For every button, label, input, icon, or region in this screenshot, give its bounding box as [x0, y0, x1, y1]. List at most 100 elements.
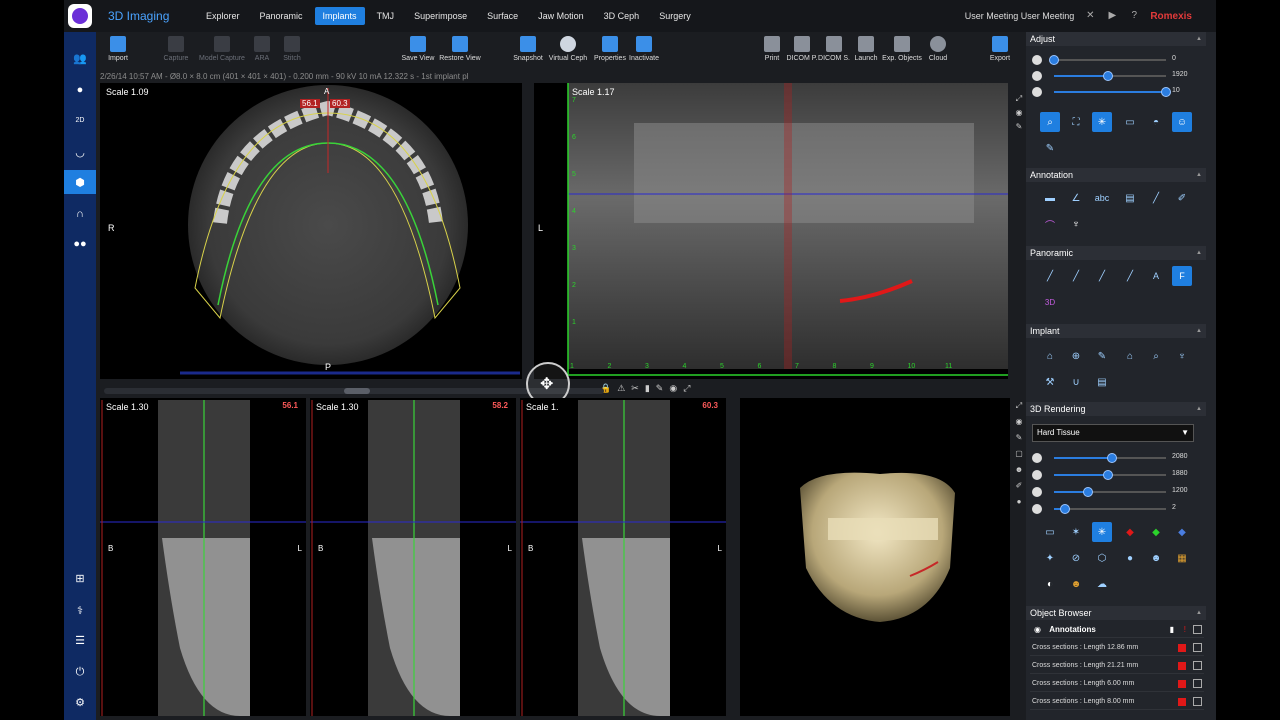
3d-render-viewport[interactable] — [740, 398, 1010, 716]
object-list-item[interactable]: Cross sections : Length 21.21 mm — [1030, 658, 1204, 674]
rendering-slider[interactable]: 1880 — [1032, 469, 1206, 481]
rendering-slider[interactable]: 2080 — [1032, 452, 1206, 464]
render-red-plane-icon[interactable]: ◆ — [1120, 522, 1140, 542]
eye-icon[interactable]: ◉ — [1034, 625, 1041, 634]
rendering-header[interactable]: 3D Rendering — [1026, 402, 1206, 416]
object-list-item[interactable]: Cross sections : Length 8.00 mm — [1030, 694, 1204, 710]
restore-view-button[interactable]: Restore View — [434, 36, 486, 62]
close-icon[interactable]: ✕ — [1084, 10, 1096, 22]
render-light-icon[interactable]: ✶ — [1066, 522, 1086, 542]
adjust-slider-track[interactable] — [1054, 87, 1171, 97]
object-visibility-checkbox[interactable] — [1193, 697, 1202, 706]
annotations-group[interactable]: ◉ Annotations ▮ ! — [1030, 622, 1204, 638]
rendering-slider-track[interactable] — [1054, 504, 1166, 514]
panoramic-header[interactable]: Panoramic — [1026, 246, 1206, 260]
implant-tools-icon[interactable]: ⚒ — [1040, 372, 1060, 392]
render-slice-icon[interactable]: ⊘ — [1066, 548, 1086, 568]
tooth-icon[interactable]: ♆ — [1066, 214, 1086, 234]
implant-library-icon[interactable]: ⌂ — [1040, 346, 1060, 366]
wrench-icon[interactable]: ✎ — [1014, 120, 1024, 134]
menu-tab-panoramic[interactable]: Panoramic — [252, 7, 311, 25]
curve-f-icon[interactable]: F — [1172, 266, 1192, 286]
curve-icon[interactable]: ⌒ — [1040, 214, 1060, 234]
capture-button[interactable]: Capture — [150, 36, 202, 62]
2d-icon[interactable]: 2D — [64, 108, 96, 132]
menu-tab-surface[interactable]: Surface — [479, 7, 526, 25]
steps-icon[interactable]: ☰ — [64, 628, 96, 652]
user-icon[interactable]: ● — [64, 78, 96, 102]
render-palette-icon[interactable]: ▦ — [1172, 548, 1192, 568]
menu-tab-superimpose[interactable]: Superimpose — [406, 7, 475, 25]
delete-icon[interactable]: ▮ — [1170, 622, 1174, 638]
curve-draw-icon[interactable]: ╱ — [1040, 266, 1060, 286]
cross-section-viewport[interactable]: Scale 1. 60.3 B L — [520, 398, 726, 716]
expand-icon[interactable]: ⤢ — [1014, 92, 1024, 106]
object-list-item[interactable]: Cross sections : Length 12.86 mm — [1030, 640, 1204, 656]
helmet-icon[interactable]: ◓ — [1146, 112, 1166, 132]
skull-icon[interactable]: ☻ — [1014, 462, 1024, 478]
inactivate-button[interactable]: Inactivate — [618, 36, 670, 62]
scrollbar-thumb[interactable] — [344, 388, 370, 394]
adjust-slider-track[interactable] — [1054, 71, 1166, 81]
teeth-icon[interactable]: ◡ — [64, 140, 96, 164]
rendering-slider-track[interactable] — [1054, 470, 1166, 480]
menu-tab-implants[interactable]: Implants — [314, 7, 365, 25]
menu-tab-tmj[interactable]: TMJ — [369, 7, 403, 25]
curve-edit-icon[interactable]: ╱ — [1092, 266, 1112, 286]
zoom-icon[interactable]: ⌕ — [1040, 112, 1060, 132]
line-icon[interactable]: ╱ — [1146, 188, 1166, 208]
render-half-icon[interactable]: ◐ — [1040, 574, 1060, 594]
adjust-header[interactable]: Adjust — [1026, 32, 1206, 46]
implant-edit-icon[interactable]: ✎ — [1092, 346, 1112, 366]
render-crosshair-icon[interactable]: ✳ — [1092, 522, 1112, 542]
object-color-swatch[interactable] — [1178, 680, 1186, 688]
expand-icon[interactable]: ⤢ — [1014, 398, 1024, 414]
camera-icon[interactable]: ◉ — [1014, 106, 1024, 120]
menu-tab-jaw-motion[interactable]: Jaw Motion — [530, 7, 592, 25]
object-visibility-checkbox[interactable] — [1193, 679, 1202, 688]
implant-add-icon[interactable]: ⊕ — [1066, 346, 1086, 366]
adjust-slider[interactable]: 0 — [1032, 54, 1206, 66]
render-cloud-icon[interactable]: ☁ — [1092, 574, 1112, 594]
render-clip-icon[interactable]: ✦ — [1040, 548, 1060, 568]
wrench-icon[interactable]: ✎ — [1014, 430, 1024, 446]
rendering-slider-knob[interactable] — [1082, 487, 1093, 497]
fit-icon[interactable]: ⛶ — [1066, 112, 1086, 132]
render-cube-icon[interactable]: ⬡ — [1092, 548, 1112, 568]
wrench-icon[interactable]: ✎ — [656, 383, 664, 397]
object-browser-header[interactable]: Object Browser — [1026, 606, 1206, 620]
align-icon[interactable]: ⚠ — [617, 383, 625, 397]
adjust-slider[interactable]: 10 — [1032, 86, 1206, 98]
curve-move-icon[interactable]: ╱ — [1120, 266, 1140, 286]
rendering-slider-track[interactable] — [1054, 487, 1166, 497]
render-blue-plane-icon[interactable]: ◆ — [1172, 522, 1192, 542]
nerve-icon[interactable]: ∪ — [1066, 372, 1086, 392]
chat-icon[interactable]: ▢ — [1014, 446, 1024, 462]
help-icon[interactable]: ? — [1128, 10, 1140, 22]
crosshair-icon[interactable]: ✳ — [1092, 112, 1112, 132]
render-preset-select[interactable]: Hard Tissue ▼ — [1032, 424, 1194, 442]
image-icon[interactable]: ▭ — [1120, 112, 1140, 132]
3d-cube-icon[interactable]: ⬢ — [64, 170, 96, 194]
adjust-slider-knob[interactable] — [1161, 87, 1171, 97]
curve-delete-icon[interactable]: ╱ — [1066, 266, 1086, 286]
device-icon[interactable]: ⊞ — [64, 566, 96, 590]
rendering-slider-knob[interactable] — [1107, 453, 1118, 463]
implant-search-icon[interactable]: ⌕ — [1146, 346, 1166, 366]
annotation-header[interactable]: Annotation — [1026, 168, 1206, 182]
rendering-slider[interactable]: 2 — [1032, 503, 1206, 515]
pdf-icon[interactable]: ▤ — [1092, 372, 1112, 392]
adjust-slider-knob[interactable] — [1102, 71, 1113, 81]
wrench-icon[interactable]: ✎ — [1040, 138, 1060, 158]
group-checkbox[interactable] — [1193, 625, 1202, 634]
arch-icon[interactable]: ∩ — [64, 202, 96, 226]
expand-icon[interactable]: ⤢ — [683, 383, 690, 397]
drop-icon[interactable]: ● — [1014, 494, 1024, 510]
video-icon[interactable]: ▶ — [1106, 10, 1118, 22]
menu-tab-3d-ceph[interactable]: 3D Ceph — [596, 7, 648, 25]
stitch-button[interactable]: Stitch — [266, 36, 318, 62]
cloud-button[interactable]: Cloud — [912, 36, 964, 62]
menu-tab-surgery[interactable]: Surgery — [651, 7, 699, 25]
brush-icon[interactable]: ✐ — [1014, 478, 1024, 494]
render-skull-icon[interactable]: ☻ — [1066, 574, 1086, 594]
